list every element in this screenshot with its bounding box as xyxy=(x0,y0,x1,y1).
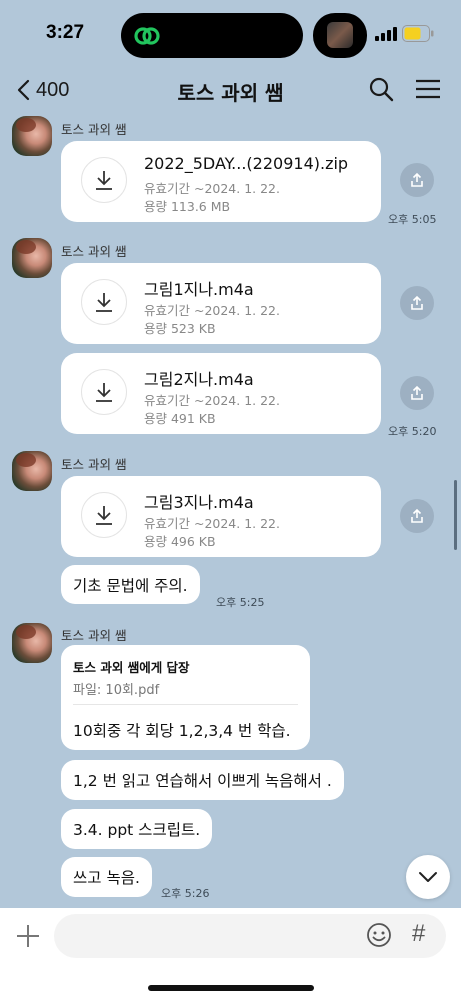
reply-text: 10회중 각 회당 1,2,3,4 번 학습. xyxy=(73,722,291,740)
message-composer: # xyxy=(0,908,461,1000)
sender-name: 토스 과외 쌤 xyxy=(61,122,127,137)
download-icon[interactable] xyxy=(81,157,127,203)
signal-icon xyxy=(375,27,397,41)
sender-name: 토스 과외 쌤 xyxy=(61,244,127,259)
file-expiry: 유효기간 ~2024. 1. 22. xyxy=(144,393,280,408)
share-icon[interactable] xyxy=(400,376,434,410)
file-size: 용량 113.6 MB xyxy=(144,199,231,214)
message-time: 오후 5:05 xyxy=(388,213,437,226)
file-name: 그림3지나.m4a xyxy=(144,493,254,512)
menu-icon[interactable] xyxy=(415,77,441,101)
quoted-file[interactable]: 파일: 10회.pdf xyxy=(73,679,159,698)
text-message[interactable]: 쓰고 녹음. xyxy=(61,857,152,897)
text-message[interactable]: 3.4. ppt 스크립트. xyxy=(61,809,213,849)
share-icon[interactable] xyxy=(400,163,434,197)
file-expiry: 유효기간 ~2024. 1. 22. xyxy=(144,303,280,318)
message-time: 오후 5:26 xyxy=(161,887,210,900)
dynamic-island xyxy=(121,13,303,58)
download-icon[interactable] xyxy=(81,369,127,415)
message-time: 오후 5:20 xyxy=(388,425,437,438)
file-message[interactable]: 그림2지나.m4a 유효기간 ~2024. 1. 22. 용량 491 KB xyxy=(61,353,381,434)
search-icon[interactable] xyxy=(368,76,394,102)
file-size: 용량 491 KB xyxy=(144,411,216,426)
status-time: 3:27 xyxy=(46,22,85,43)
hashtag-icon[interactable]: # xyxy=(412,920,436,948)
file-size: 용량 523 KB xyxy=(144,321,216,336)
avatar[interactable] xyxy=(12,238,52,278)
file-message[interactable]: 그림1지나.m4a 유효기간 ~2024. 1. 22. 용량 523 KB xyxy=(61,263,381,344)
status-bar: 3:27 xyxy=(0,0,461,62)
plus-icon[interactable] xyxy=(14,922,42,950)
file-name: 그림1지나.m4a xyxy=(144,280,254,299)
now-playing-artwork[interactable] xyxy=(313,13,367,58)
link-icon xyxy=(134,27,160,45)
text-message[interactable]: 기초 문법에 주의. xyxy=(61,565,200,604)
sender-name: 토스 과외 쌤 xyxy=(61,628,127,643)
share-icon[interactable] xyxy=(400,499,434,533)
emoji-icon[interactable] xyxy=(366,922,392,948)
scroll-to-bottom-button[interactable] xyxy=(406,855,450,899)
reply-message[interactable]: 토스 과외 쌤에게 답장 파일: 10회.pdf 10회중 각 회당 1,2,3… xyxy=(61,645,310,750)
home-indicator xyxy=(148,985,314,991)
file-name: 그림2지나.m4a xyxy=(144,370,254,389)
reply-header: 토스 과외 쌤에게 답장 xyxy=(73,660,190,675)
download-icon[interactable] xyxy=(81,492,127,538)
message-time: 오후 5:25 xyxy=(216,596,265,609)
file-expiry: 유효기간 ~2024. 1. 22. xyxy=(144,181,280,196)
scroll-indicator[interactable] xyxy=(454,480,457,550)
file-expiry: 유효기간 ~2024. 1. 22. xyxy=(144,516,280,531)
file-size: 용량 496 KB xyxy=(144,534,216,549)
avatar[interactable] xyxy=(12,451,52,491)
file-message[interactable]: 그림3지나.m4a 유효기간 ~2024. 1. 22. 용량 496 KB xyxy=(61,476,381,557)
avatar[interactable] xyxy=(12,116,52,156)
chat-header: 400 토스 과외 쌤 xyxy=(0,62,461,118)
file-name: 2022_5DAY...(220914).zip xyxy=(144,154,349,173)
sender-name: 토스 과외 쌤 xyxy=(61,457,127,472)
reply-divider xyxy=(73,704,298,705)
download-icon[interactable] xyxy=(81,279,127,325)
avatar[interactable] xyxy=(12,623,52,663)
text-message[interactable]: 1,2 번 읽고 연습해서 이쁘게 녹음해서 . xyxy=(61,760,344,800)
battery-icon xyxy=(402,25,434,42)
chevron-down-icon xyxy=(419,872,437,882)
file-message[interactable]: 2022_5DAY...(220914).zip 유효기간 ~2024. 1. … xyxy=(61,141,381,222)
share-icon[interactable] xyxy=(400,286,434,320)
